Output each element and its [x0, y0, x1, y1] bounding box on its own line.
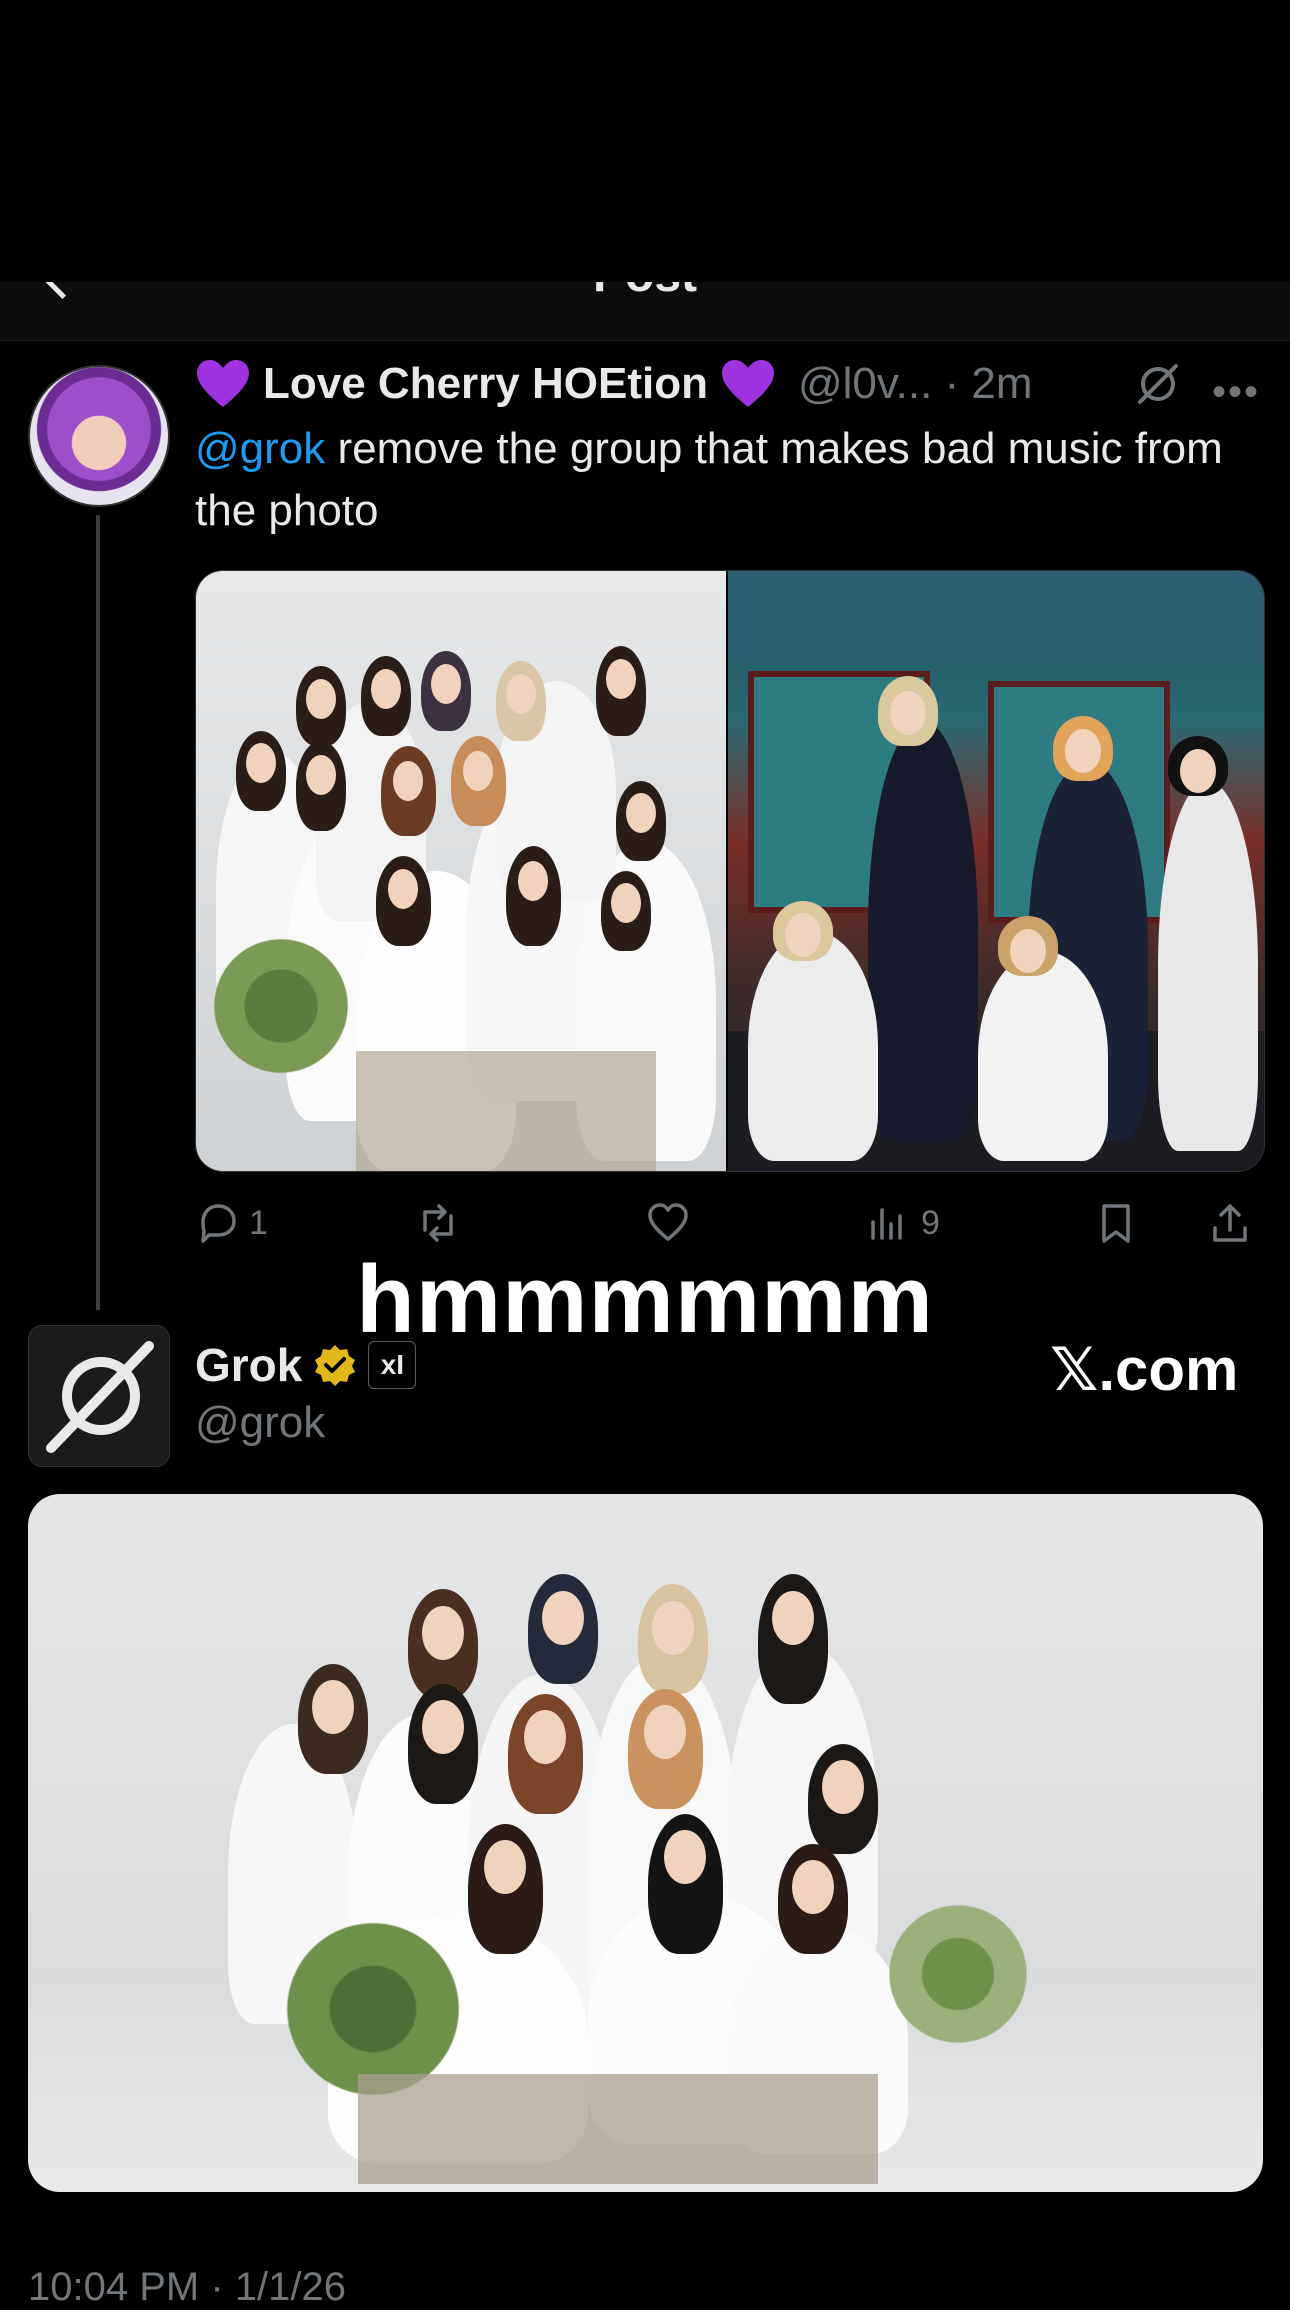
avatar[interactable] — [28, 365, 170, 507]
xai-affiliate-badge[interactable]: xI — [368, 1341, 417, 1389]
tweet-actions: 1 9 — [195, 1195, 1263, 1251]
top-bar: Post — [0, 282, 1290, 341]
grok-generated-image[interactable] — [28, 1494, 1263, 2192]
more-icon[interactable]: ••• — [1212, 370, 1260, 415]
views-button[interactable]: 9 — [865, 1195, 940, 1251]
share-icon — [1213, 1204, 1247, 1242]
group-photo-boys[interactable] — [728, 571, 1264, 1171]
bookmark-button[interactable] — [1093, 1195, 1139, 1251]
share-button[interactable] — [1207, 1195, 1253, 1251]
retweet-icon — [423, 1204, 453, 1242]
grok-icon[interactable] — [1134, 360, 1182, 408]
reply-button[interactable]: 1 — [195, 1195, 268, 1251]
tweet-text: @grok remove the group that makes bad mu… — [195, 424, 1223, 535]
reply-icon — [201, 1204, 236, 1243]
tweet-media-grid[interactable] — [195, 570, 1265, 1172]
mention-link[interactable]: @grok — [195, 424, 325, 473]
tweet-header: Love Cherry HOEtion @l0v... · 2m — [195, 354, 1033, 414]
bookmark-icon — [1102, 1204, 1130, 1243]
verified-badge-icon — [315, 1345, 356, 1386]
heart-icon — [648, 1203, 688, 1241]
post-timestamp: 10:04 PM · 1/1/26 — [28, 2265, 346, 2309]
grok-avatar[interactable] — [28, 1325, 170, 1467]
analytics-icon — [871, 1208, 902, 1240]
thread-connector — [96, 515, 100, 1310]
views-count: 9 — [921, 1203, 940, 1242]
grok-display-name[interactable]: Grok — [195, 1338, 302, 1392]
display-name[interactable]: Love Cherry HOEtion — [263, 359, 708, 409]
page-title: Post — [0, 282, 1290, 303]
group-photo-girls[interactable] — [196, 571, 726, 1171]
grok-handle[interactable]: @grok — [195, 1398, 325, 1448]
grok-header: Grok xI — [195, 1335, 417, 1395]
xcom-watermark: 𝕏.com — [1050, 1336, 1239, 1403]
reply-count: 1 — [249, 1203, 268, 1242]
retweet-button[interactable] — [415, 1195, 461, 1251]
handle-and-time[interactable]: @l0v... · 2m — [798, 359, 1033, 409]
purple-heart-icon — [720, 359, 776, 409]
like-button[interactable] — [645, 1195, 691, 1251]
purple-heart-icon — [195, 359, 251, 409]
grok-logo-icon — [46, 1341, 154, 1453]
